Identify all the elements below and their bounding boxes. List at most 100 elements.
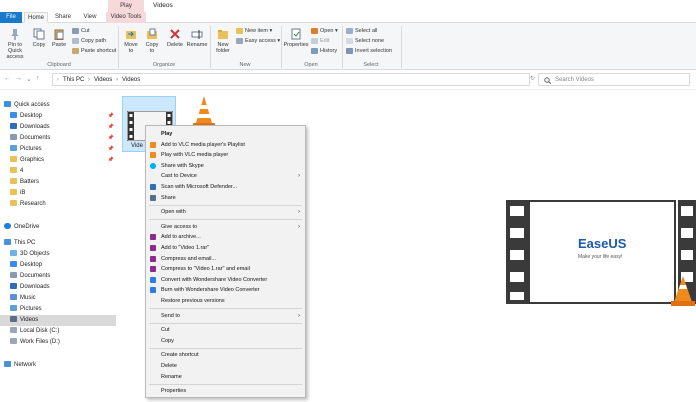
wondershare-icon bbox=[150, 287, 156, 294]
nav-pc-work-files-d[interactable]: Work Files (D:) bbox=[10, 337, 118, 348]
menu-item-properties[interactable]: Properties bbox=[147, 386, 304, 396]
move-to-button[interactable]: Move to bbox=[122, 28, 140, 54]
menu-item-send-to[interactable]: Send to › bbox=[147, 311, 304, 321]
nav-network[interactable]: Network bbox=[4, 360, 122, 371]
forward-arrow-icon[interactable]: → bbox=[15, 75, 22, 82]
folder-icon bbox=[10, 200, 17, 207]
nav-pc-videos[interactable]: Videos bbox=[0, 315, 116, 326]
copy-to-button[interactable]: Copy to bbox=[143, 28, 161, 54]
new-item-button[interactable]: New item ▾ bbox=[236, 27, 272, 35]
recent-chevron-down-icon[interactable]: ⌄ bbox=[26, 75, 32, 83]
delete-button[interactable]: Delete bbox=[165, 28, 185, 48]
nav-pc-documents[interactable]: Documents bbox=[10, 271, 118, 282]
nav-pc-local-disk-c[interactable]: Local Disk (C:) bbox=[10, 326, 118, 337]
menu-item-play[interactable]: Play bbox=[147, 129, 304, 139]
vlc-cone-icon[interactable] bbox=[190, 95, 218, 129]
copy-button[interactable]: Copy bbox=[30, 28, 48, 48]
nav-qa-graphics[interactable]: Graphics 📌 bbox=[10, 155, 118, 166]
nav-pc-downloads[interactable]: Downloads bbox=[10, 282, 118, 293]
nav-qa-downloads[interactable]: Downloads 📌 bbox=[10, 122, 118, 133]
breadcrumb-this-pc[interactable]: This PC bbox=[63, 77, 84, 83]
refresh-icon[interactable]: ↻ bbox=[530, 75, 535, 82]
select-none-button[interactable]: Select none bbox=[346, 37, 384, 45]
back-arrow-icon[interactable]: ← bbox=[4, 75, 11, 82]
menu-item-compress-and-email[interactable]: Compress and email... bbox=[147, 254, 304, 264]
nav-pc-desktop[interactable]: Desktop bbox=[10, 260, 118, 271]
up-arrow-icon[interactable]: ↑ bbox=[36, 75, 40, 82]
menu-item-open-with[interactable]: Open with › bbox=[147, 207, 304, 217]
pin-quick-access-button[interactable]: Pin to Quick access bbox=[2, 28, 28, 60]
invert-selection-button[interactable]: Invert selection bbox=[346, 47, 392, 55]
nav-label: 3D Objects bbox=[20, 251, 50, 257]
menu-item-cast-to-device[interactable]: Cast to Device › bbox=[147, 171, 304, 181]
menu-item-label: Send to bbox=[161, 312, 180, 319]
nav-qa-ib[interactable]: iB bbox=[10, 188, 118, 199]
menu-item-share-with-skype[interactable]: Share with Skype bbox=[147, 161, 304, 171]
nav-pc-3d-objects[interactable]: 3D Objects bbox=[10, 249, 118, 260]
nav-qa-4[interactable]: 4 bbox=[10, 166, 118, 177]
address-box[interactable]: › This PC › Videos › Videos bbox=[52, 73, 530, 86]
menu-item-copy[interactable]: Copy bbox=[147, 336, 304, 346]
download-icon bbox=[10, 123, 17, 130]
menu-item-create-shortcut[interactable]: Create shortcut bbox=[147, 350, 304, 360]
move-to-icon bbox=[126, 31, 136, 39]
menu-item-add-to-archive[interactable]: Add to archive... bbox=[147, 232, 304, 242]
paste-shortcut-icon bbox=[72, 47, 79, 54]
rename-icon bbox=[191, 30, 203, 39]
nav-pc-music[interactable]: Music bbox=[10, 293, 118, 304]
tab-home[interactable]: Home bbox=[24, 12, 48, 23]
nav-qa-desktop[interactable]: Desktop 📌 bbox=[10, 111, 118, 122]
select-all-button[interactable]: Select all bbox=[346, 27, 377, 35]
menu-item-convert-with-wondershare-video-converter[interactable]: Convert with Wondershare Video Converter bbox=[147, 275, 304, 285]
nav-qa-research[interactable]: Research bbox=[10, 199, 118, 210]
menu-item-scan-with-microsoft-defender[interactable]: Scan with Microsoft Defender... bbox=[147, 182, 304, 192]
rename-button[interactable]: Rename bbox=[186, 28, 208, 48]
paste-button[interactable]: Paste bbox=[50, 28, 68, 48]
nav-pc-pictures[interactable]: Pictures bbox=[10, 304, 118, 315]
menu-item-restore-previous-versions[interactable]: Restore previous versions bbox=[147, 296, 304, 306]
nav-label: This PC bbox=[14, 240, 36, 246]
cut-button[interactable]: Cut bbox=[72, 27, 90, 35]
breadcrumb-videos-sub[interactable]: Videos bbox=[122, 77, 140, 83]
new-folder-button[interactable]: New folder bbox=[212, 28, 234, 54]
menu-item-add-to-vlc-media-player-s-playlist[interactable]: Add to VLC media player's Playlist bbox=[147, 140, 304, 150]
tab-file[interactable]: File bbox=[0, 12, 22, 23]
nav-this-pc[interactable]: This PC bbox=[4, 238, 122, 249]
menu-item-play-with-vlc-media-player[interactable]: Play with VLC media player bbox=[147, 150, 304, 160]
organize-group-label: Organize bbox=[152, 62, 176, 68]
edit-button[interactable]: Edit bbox=[311, 37, 329, 45]
nav-qa-pictures[interactable]: Pictures 📌 bbox=[10, 144, 118, 155]
history-button[interactable]: History bbox=[311, 47, 337, 55]
tab-view[interactable]: View bbox=[78, 12, 102, 23]
menu-item-label: Delete bbox=[161, 363, 177, 369]
pin-icon: 📌 bbox=[107, 124, 114, 130]
properties-button[interactable]: Properties bbox=[283, 28, 309, 48]
menu-item-burn-with-wondershare-video-converter[interactable]: Burn with Wondershare Video Converter bbox=[147, 285, 304, 295]
nav-onedrive[interactable]: OneDrive bbox=[4, 222, 122, 233]
history-label: History bbox=[320, 48, 338, 54]
open-button[interactable]: Open ▾ bbox=[311, 27, 338, 35]
menu-item-give-access-to[interactable]: Give access to › bbox=[147, 222, 304, 232]
breadcrumb-videos[interactable]: Videos bbox=[94, 77, 112, 83]
nav-qa-documents[interactable]: Documents 📌 bbox=[10, 133, 118, 144]
vlc-cone-icon bbox=[150, 152, 156, 159]
document-icon bbox=[10, 134, 17, 141]
menu-item-label: Add to "Video 1.rar" bbox=[161, 245, 210, 251]
menu-item-delete[interactable]: Delete bbox=[147, 361, 304, 371]
tab-video-tools[interactable]: Video Tools bbox=[106, 12, 146, 23]
menu-item-cut[interactable]: Cut bbox=[147, 325, 304, 335]
menu-item-rename[interactable]: Rename bbox=[147, 372, 304, 382]
search-input[interactable]: Search Videos bbox=[538, 73, 690, 86]
delete-x-icon bbox=[170, 29, 180, 39]
copy-path-button[interactable]: Copy path bbox=[72, 37, 106, 45]
tab-share[interactable]: Share bbox=[50, 12, 76, 23]
menu-item-share[interactable]: Share bbox=[147, 193, 304, 203]
menu-item-compress-to-video-1-rar-and-email[interactable]: Compress to "Video 1.rar" and email bbox=[147, 264, 304, 274]
easy-access-button[interactable]: Easy access ▾ bbox=[236, 37, 280, 45]
nav-qa-batters[interactable]: Batters bbox=[10, 177, 118, 188]
paste-shortcut-button[interactable]: Paste shortcut bbox=[72, 47, 116, 55]
menu-item-add-to-video-1-rar[interactable]: Add to "Video 1.rar" bbox=[147, 243, 304, 253]
copy-to-icon bbox=[147, 28, 157, 39]
nav-quick-access[interactable]: Quick access bbox=[4, 100, 122, 111]
edit-label: Edit bbox=[320, 38, 330, 44]
